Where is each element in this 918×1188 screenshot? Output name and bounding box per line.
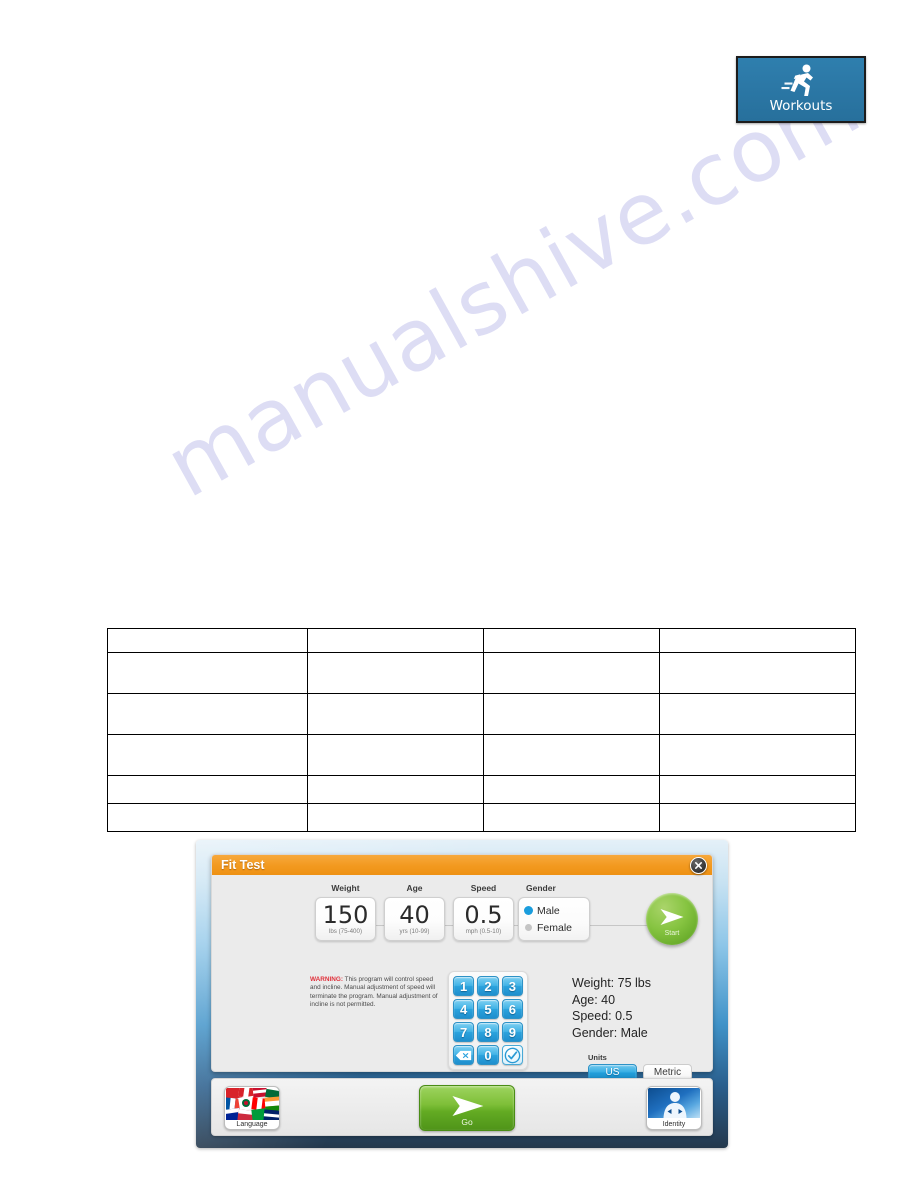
runner-icon (781, 62, 821, 98)
gender-option-female[interactable]: Female (525, 919, 589, 936)
table-row (107, 803, 856, 832)
summary-weight: Weight: 75 lbs (572, 976, 651, 990)
table-cell (483, 734, 660, 776)
gender-option-male-label: Male (537, 904, 560, 917)
speed-field[interactable]: 0.5 mph (0.5-10) (453, 897, 514, 941)
table-row (107, 775, 856, 804)
units-label: Units (588, 1053, 607, 1062)
identity-person-icon (648, 1088, 700, 1118)
table-cell (483, 652, 660, 694)
gender-group-label: Gender (526, 883, 556, 893)
table-cell (107, 628, 308, 653)
table-row (107, 734, 856, 776)
flags-icon (225, 1087, 279, 1124)
language-button-label: Language (236, 1121, 268, 1128)
table-cell (659, 652, 856, 694)
key-6[interactable]: 6 (501, 999, 523, 1019)
table-cell (659, 628, 856, 653)
key-3[interactable]: 3 (501, 976, 523, 996)
units-toggle-group: Units US Metric (588, 1053, 692, 1081)
table-cell (107, 693, 308, 735)
dialog-title: Fit Test (221, 858, 265, 872)
backspace-icon[interactable] (453, 1045, 475, 1065)
table-cell (483, 693, 660, 735)
table-cell (659, 803, 856, 832)
table-cell (659, 693, 856, 735)
weight-value: 150 (322, 901, 369, 929)
table-cell (307, 652, 484, 694)
numeric-keypad: 1 2 3 4 5 6 7 8 9 0 (448, 971, 528, 1070)
speed-units-hint: mph (0.5-10) (465, 928, 502, 935)
workouts-button-label: Workouts (769, 98, 833, 114)
table-row (107, 693, 856, 735)
start-button[interactable]: Start (646, 893, 698, 945)
table-cell (483, 803, 660, 832)
table-cell (659, 734, 856, 776)
dialog-title-bar: Fit Test (212, 855, 712, 875)
age-field[interactable]: 40 yrs (10-99) (384, 897, 445, 941)
identity-button[interactable]: Identity (646, 1086, 702, 1130)
radio-unselected-icon (525, 924, 532, 931)
weight-field[interactable]: 150 lbs (75-400) (315, 897, 376, 941)
table-cell (107, 734, 308, 776)
treadmill-console: Fit Test Weight 150 lbs (75-400) Age 40 … (196, 840, 728, 1148)
console-bottom-tray: Language Go Identity (211, 1078, 713, 1136)
go-button[interactable]: Go (419, 1085, 515, 1131)
language-button[interactable]: Language (224, 1086, 280, 1130)
key-0[interactable]: 0 (477, 1045, 499, 1065)
age-value: 40 (399, 901, 430, 929)
radio-selected-icon (525, 907, 532, 914)
weight-field-label: Weight (331, 883, 360, 893)
go-button-label: Go (461, 1117, 473, 1127)
summary-gender: Gender: Male (572, 1025, 648, 1040)
input-fields-row: Weight 150 lbs (75-400) Age 40 yrs (10-9… (212, 883, 712, 945)
dialog-body: Weight 150 lbs (75-400) Age 40 yrs (10-9… (212, 875, 712, 1081)
key-1[interactable]: 1 (453, 976, 475, 996)
table-cell (483, 628, 660, 653)
entry-summary: Weight: 75 lbs Age: 40 Speed: 0.5 Gender… (572, 975, 651, 1041)
gender-option-female-label: Female (537, 921, 573, 934)
warning-prefix: WARNING: (310, 976, 344, 983)
table-cell (307, 775, 484, 804)
table-cell (659, 775, 856, 804)
key-8[interactable]: 8 (477, 1022, 499, 1042)
speed-field-label: Speed (470, 883, 497, 893)
key-5[interactable]: 5 (477, 999, 499, 1019)
start-button-label: Start (664, 930, 680, 937)
table-cell (307, 628, 484, 653)
checkmark-icon[interactable] (501, 1045, 523, 1065)
key-9[interactable]: 9 (501, 1022, 523, 1042)
table-cell (107, 803, 308, 832)
page-watermark: manualshive.com (150, 54, 877, 518)
warning-text: WARNING: This program will control speed… (310, 976, 438, 1010)
summary-speed: Speed: 0.5 (572, 1009, 633, 1023)
key-4[interactable]: 4 (453, 999, 475, 1019)
fit-test-dialog: Fit Test Weight 150 lbs (75-400) Age 40 … (211, 854, 713, 1081)
table-row (107, 652, 856, 694)
document-table (107, 628, 856, 832)
gender-radio-group: Male Female (518, 897, 590, 941)
weight-units-hint: lbs (75-400) (328, 928, 363, 935)
age-field-label: Age (406, 883, 423, 893)
close-icon[interactable] (690, 857, 707, 874)
table-cell (107, 775, 308, 804)
table-cell (483, 775, 660, 804)
workouts-button[interactable]: Workouts (736, 56, 866, 123)
gender-option-male[interactable]: Male (525, 902, 589, 919)
identity-button-label: Identity (662, 1121, 686, 1128)
age-units-hint: yrs (10-99) (399, 928, 430, 935)
table-cell (107, 652, 308, 694)
speed-value: 0.5 (464, 901, 503, 929)
key-2[interactable]: 2 (477, 976, 499, 996)
table-cell (307, 693, 484, 735)
key-7[interactable]: 7 (453, 1022, 475, 1042)
table-body (107, 628, 856, 832)
summary-age: Age: 40 (572, 992, 616, 1007)
play-arrow-icon (657, 906, 687, 933)
table-cell (307, 734, 484, 776)
table-row (107, 628, 856, 653)
table-cell (307, 803, 484, 832)
